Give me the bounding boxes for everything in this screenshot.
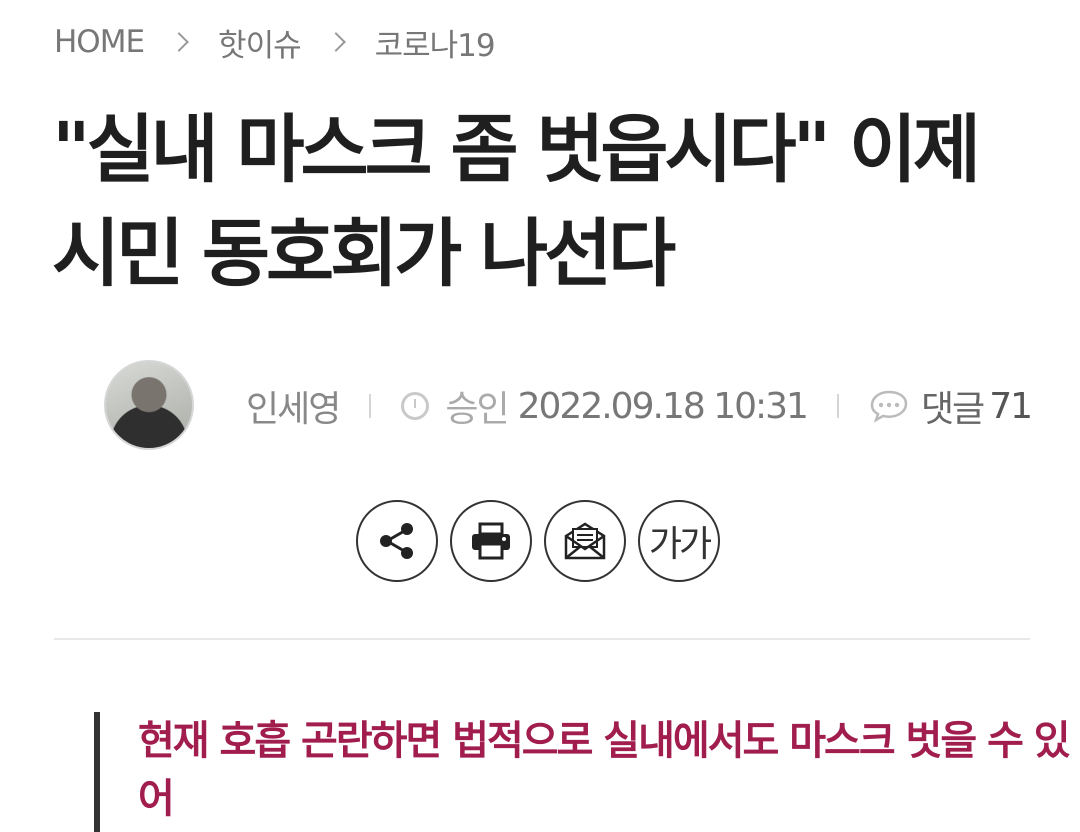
print-button[interactable]	[450, 500, 532, 582]
breadcrumb-topic-link[interactable]: 코로나19	[375, 20, 496, 65]
print-icon	[472, 522, 510, 560]
article-title: "실내 마스크 좀 벗읍시다" 이제 시민 동호회가 나선다	[52, 98, 1032, 306]
chevron-right-icon	[327, 31, 349, 53]
meta-divider	[836, 394, 839, 418]
comments-label[interactable]: 댓글	[921, 380, 985, 432]
font-size-label: 가가	[648, 524, 712, 565]
author-name[interactable]: 인세영	[246, 380, 341, 432]
article-title-line-2: 시민 동호회가 나선다	[52, 211, 676, 297]
article-meta-row: 인세영 승인 2022.09.18 10:31 댓글 71	[246, 380, 1033, 432]
author-avatar[interactable]	[104, 360, 194, 450]
clock-icon	[401, 392, 430, 420]
meta-divider	[369, 394, 372, 418]
content-divider	[54, 638, 1030, 640]
email-button[interactable]	[544, 500, 626, 582]
article-summary: 현재 호흡 곤란하면 법적으로 실내에서도 마스크 벗을 수 있어	[94, 712, 1071, 832]
share-toolbar: 가가	[356, 500, 720, 586]
breadcrumb: HOME 핫이슈 코로나19	[54, 18, 496, 66]
font-size-button[interactable]: 가가	[638, 500, 720, 582]
article-meta: 인세영 승인 2022.09.18 10:31 댓글 71	[104, 360, 1033, 454]
comment-icon[interactable]	[869, 389, 909, 423]
breadcrumb-home-link[interactable]: HOME	[54, 24, 145, 60]
share-icon	[380, 523, 413, 559]
article-summary-text: 현재 호흡 곤란하면 법적으로 실내에서도 마스크 벗을 수 있어	[138, 718, 1071, 822]
article-datetime: 2022.09.18 10:31	[517, 385, 809, 427]
approved-label: 승인	[445, 389, 509, 430]
article-title-line-1: "실내 마스크 좀 벗읍시다" 이제	[52, 107, 981, 193]
chevron-right-icon	[170, 31, 192, 53]
breadcrumb-section-link[interactable]: 핫이슈	[218, 20, 302, 65]
email-icon	[564, 522, 606, 560]
comments-count[interactable]: 71	[989, 386, 1033, 427]
share-button[interactable]	[356, 500, 438, 582]
